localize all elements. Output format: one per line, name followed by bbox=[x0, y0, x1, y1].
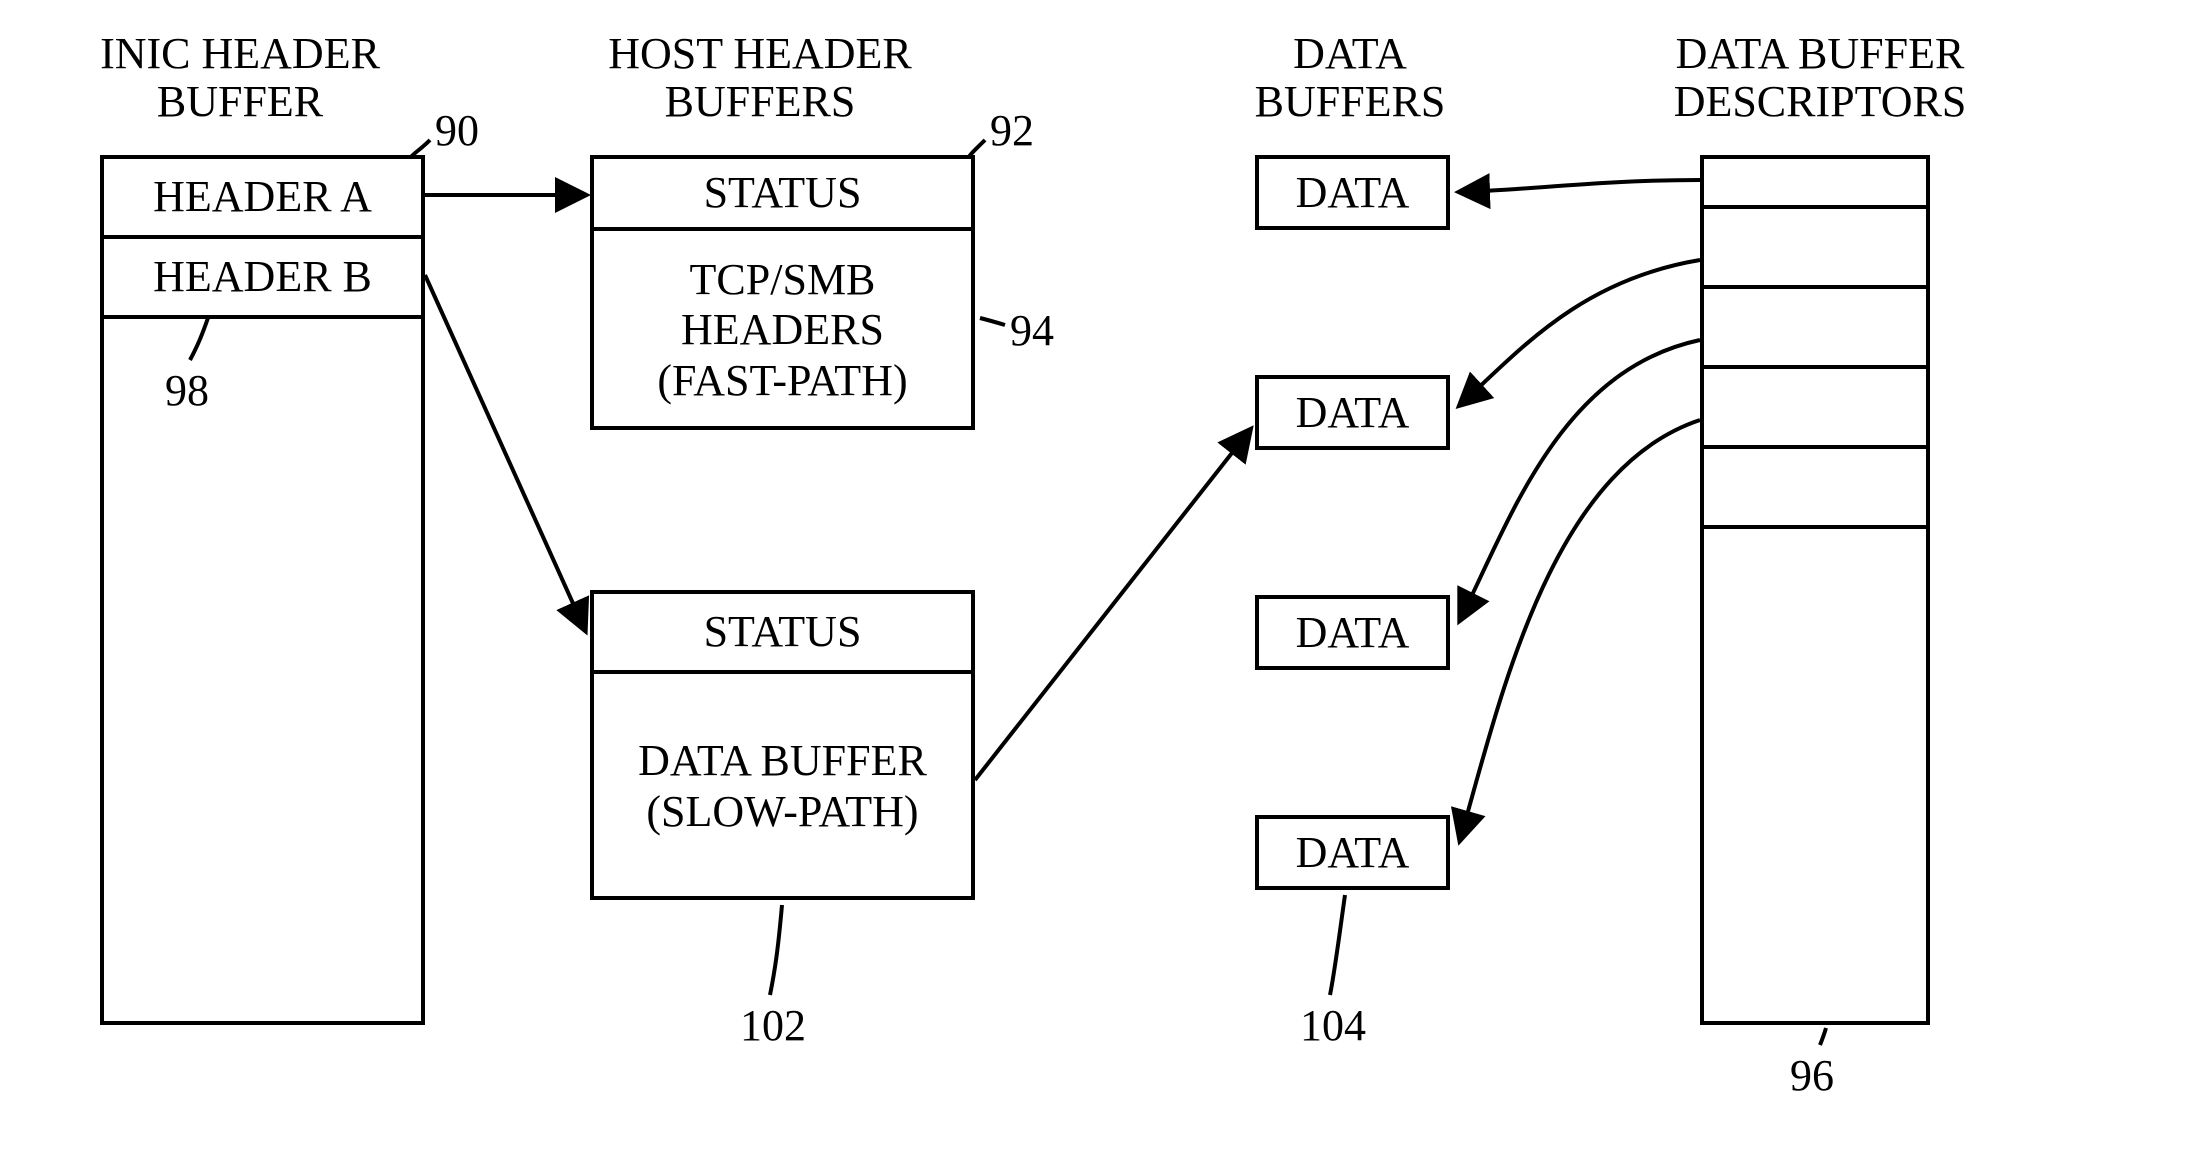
data-box-4: DATA bbox=[1255, 815, 1450, 890]
title-data-buffers: DATA BUFFERS bbox=[1230, 30, 1470, 127]
title-inic-header-buffer: INIC HEADER BUFFER bbox=[60, 30, 420, 127]
ref-104: 104 bbox=[1300, 1000, 1366, 1051]
arrow-headerB-to-slow bbox=[425, 275, 585, 630]
data-box-3: DATA bbox=[1255, 595, 1450, 670]
ref-98: 98 bbox=[165, 365, 209, 416]
title-host-header-buffers: HOST HEADER BUFFERS bbox=[560, 30, 960, 127]
leader-104 bbox=[1330, 895, 1345, 995]
data-box-4-text: DATA bbox=[1296, 827, 1410, 878]
inic-header-a-cell: HEADER A bbox=[104, 159, 421, 239]
inic-header-b-cell: HEADER B bbox=[104, 239, 421, 319]
descriptor-row-2 bbox=[1704, 209, 1926, 289]
descriptor-row-5 bbox=[1704, 449, 1926, 529]
host-slow-body-cell: DATA BUFFER (SLOW-PATH) bbox=[594, 674, 971, 900]
leader-102 bbox=[770, 905, 782, 995]
data-box-1-text: DATA bbox=[1296, 167, 1410, 218]
data-box-2-text: DATA bbox=[1296, 387, 1410, 438]
arrow-slow-to-data2 bbox=[975, 430, 1250, 780]
data-box-1: DATA bbox=[1255, 155, 1450, 230]
descriptor-row-4 bbox=[1704, 369, 1926, 449]
data-box-2: DATA bbox=[1255, 375, 1450, 450]
arrow-desc-to-data3 bbox=[1460, 340, 1700, 620]
ref-92: 92 bbox=[990, 105, 1034, 156]
host-fast-path-box: STATUS TCP/SMB HEADERS (FAST-PATH) bbox=[590, 155, 975, 430]
host-fast-body-cell: TCP/SMB HEADERS (FAST-PATH) bbox=[594, 231, 971, 430]
ref-94: 94 bbox=[1010, 305, 1054, 356]
data-box-3-text: DATA bbox=[1296, 607, 1410, 658]
host-slow-path-box: STATUS DATA BUFFER (SLOW-PATH) bbox=[590, 590, 975, 900]
descriptor-row-1 bbox=[1704, 159, 1926, 209]
host-slow-status-cell: STATUS bbox=[594, 594, 971, 674]
ref-96: 96 bbox=[1790, 1050, 1834, 1101]
title-data-buffer-descriptors: DATA BUFFER DESCRIPTORS bbox=[1620, 30, 2020, 127]
descriptor-row-3 bbox=[1704, 289, 1926, 369]
ref-90: 90 bbox=[435, 105, 479, 156]
ref-102: 102 bbox=[740, 1000, 806, 1051]
leader-94 bbox=[980, 318, 1005, 325]
arrow-desc-to-data1 bbox=[1460, 180, 1700, 192]
arrow-desc-to-data4 bbox=[1460, 420, 1700, 840]
leader-96 bbox=[1820, 1028, 1826, 1045]
data-buffer-descriptors-box bbox=[1700, 155, 1930, 1025]
host-fast-status-cell: STATUS bbox=[594, 159, 971, 231]
inic-header-buffer-box: HEADER A HEADER B bbox=[100, 155, 425, 1025]
arrow-desc-to-data2 bbox=[1460, 260, 1700, 405]
